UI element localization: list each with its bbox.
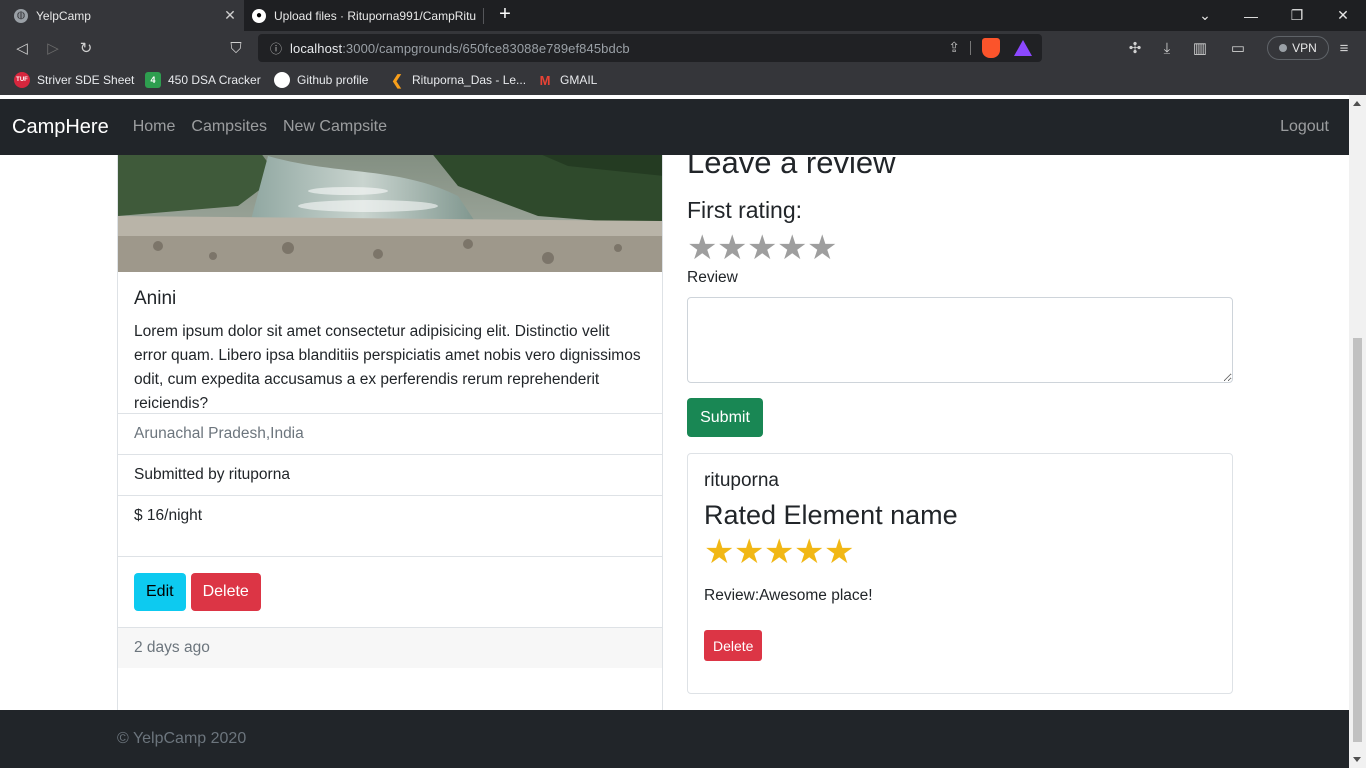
review-body: Review:Awesome place! [704,587,873,604]
campground-image [118,136,662,272]
url-text: localhost:3000/campgrounds/650fce83088e7… [290,40,630,56]
tuf-icon: TUF [14,72,30,88]
scroll-down-icon[interactable] [1353,757,1361,762]
bookmark-gmail[interactable]: M GMAIL [537,72,598,88]
campground-footer: 2 days ago [118,627,662,668]
campground-price: $ 16/night [118,495,662,536]
menu-icon[interactable]: ≡ [1333,37,1355,59]
share-icon[interactable]: ⇪ [948,39,960,56]
star-icon[interactable]: ★ [807,231,837,265]
footer-text: © YelpCamp 2020 [117,730,247,747]
campground-description: Lorem ipsum dolor sit amet consectetur a… [134,323,641,412]
review-label: Review [687,269,738,286]
scroll-up-icon[interactable] [1353,101,1361,106]
bookmarks-bar: TUF Striver SDE Sheet 4 450 DSA Cracker … [0,65,1366,95]
forward-icon[interactable]: ▷ [42,37,64,59]
download-icon[interactable]: ⤓ [1156,37,1178,59]
star-filled-icon: ★ [704,533,735,571]
tab-divider [483,8,484,24]
address-bar[interactable]: ⓘ localhost:3000/campgrounds/650fce83088… [258,34,1042,62]
campground-actions: Edit Delete [118,556,662,627]
gmail-icon: M [539,72,551,88]
navbar-brand[interactable]: CampHere [12,116,109,139]
window-close-icon[interactable]: ✕ [1320,0,1366,31]
brave-shields-icon[interactable] [982,38,1000,58]
star-filled-icon: ★ [824,533,855,571]
new-tab-icon[interactable]: + [494,3,516,26]
bookmark-striver[interactable]: TUF Striver SDE Sheet [14,72,134,88]
campground-title: Anini [134,288,177,309]
tab-title: YelpCamp [36,8,91,23]
tab-yelpcamp[interactable]: ◍ YelpCamp ✕ [0,0,244,31]
campground-location: Arunachal Pradesh,India [118,413,662,454]
browser-tab-bar: ◍ YelpCamp ✕ ● Upload files · Rituporna9… [0,0,1366,31]
nav-home[interactable]: Home [133,118,176,136]
campground-card: Anini Lorem ipsum dolor sit amet consect… [117,135,663,728]
bookmark-450-dsa[interactable]: 4 450 DSA Cracker [145,72,261,88]
leetcode-icon: ❮ [391,71,403,88]
sidebar-icon[interactable]: ▥ [1189,37,1211,59]
star-filled-icon: ★ [794,533,825,571]
github-icon: ● [252,8,266,23]
github-icon [274,72,290,88]
back-icon[interactable]: ◁ [11,37,33,59]
rating-label: First rating: [687,197,803,223]
vpn-status-icon [1279,44,1288,52]
submit-button[interactable]: Submit [687,398,763,437]
review-stars: ★ ★ ★ ★ ★ [704,533,1216,571]
review-textarea[interactable] [687,297,1233,383]
bookmark-leetcode[interactable]: ❮ Rituporna_Das - Le... [389,72,526,88]
vpn-button[interactable]: VPN [1267,36,1329,60]
nav-campsites[interactable]: Campsites [191,118,267,136]
tab-title: Upload files · Rituporna991/CampRitu [274,8,477,23]
review-rated-text: Rated Element name [704,500,958,530]
review-author: rituporna [704,470,779,491]
site-info-icon[interactable]: ⓘ [262,40,290,57]
tab-search-icon[interactable]: ⌄ [1182,0,1228,31]
brave-rewards-icon[interactable] [1014,40,1032,56]
star-filled-icon: ★ [734,533,765,571]
site-navbar: CampHere Home Campsites New Campsite Log… [0,99,1349,155]
dsa-icon: 4 [145,72,161,88]
divider [970,41,971,55]
tab-upload-files[interactable]: ● Upload files · Rituporna991/CampRitu [244,0,484,31]
minimize-icon[interactable]: — [1228,0,1274,31]
star-icon[interactable]: ★ [717,231,747,265]
page-scrollbar[interactable] [1349,95,1366,768]
browser-toolbar: ◁ ▷ ↻ ⛉ ⓘ localhost:3000/campgrounds/650… [0,31,1366,65]
delete-review-button[interactable]: Delete [704,630,763,661]
star-icon[interactable]: ★ [687,231,717,265]
wallet-icon[interactable]: ▭ [1227,37,1249,59]
edit-button[interactable]: Edit [134,573,186,611]
rating-input[interactable]: ★ ★ ★ ★ ★ [687,231,837,265]
star-filled-icon: ★ [764,533,795,571]
nav-new-campsite[interactable]: New Campsite [283,118,387,136]
review-card: rituporna Rated Element name ★ ★ ★ ★ ★ R… [687,453,1233,694]
extensions-icon[interactable]: ✣ [1124,37,1146,59]
delete-campground-button[interactable]: Delete [190,573,261,611]
campground-author: Submitted by rituporna [118,454,662,495]
globe-icon: ◍ [14,8,28,23]
star-icon[interactable]: ★ [747,231,777,265]
reload-icon[interactable]: ↻ [75,37,97,59]
bookmark-icon[interactable]: ⛉ [225,37,247,59]
restore-icon[interactable]: ❐ [1274,0,1320,31]
bookmark-github[interactable]: Github profile [274,72,368,88]
star-icon[interactable]: ★ [777,231,807,265]
nav-logout[interactable]: Logout [1280,118,1329,136]
page-viewport: CampHere Home Campsites New Campsite Log… [0,95,1366,768]
campground-body: Anini Lorem ipsum dolor sit amet consect… [118,272,662,432]
site-footer: © YelpCamp 2020 [0,710,1349,768]
scrollbar-thumb[interactable] [1353,338,1362,742]
close-icon[interactable]: ✕ [222,7,238,24]
